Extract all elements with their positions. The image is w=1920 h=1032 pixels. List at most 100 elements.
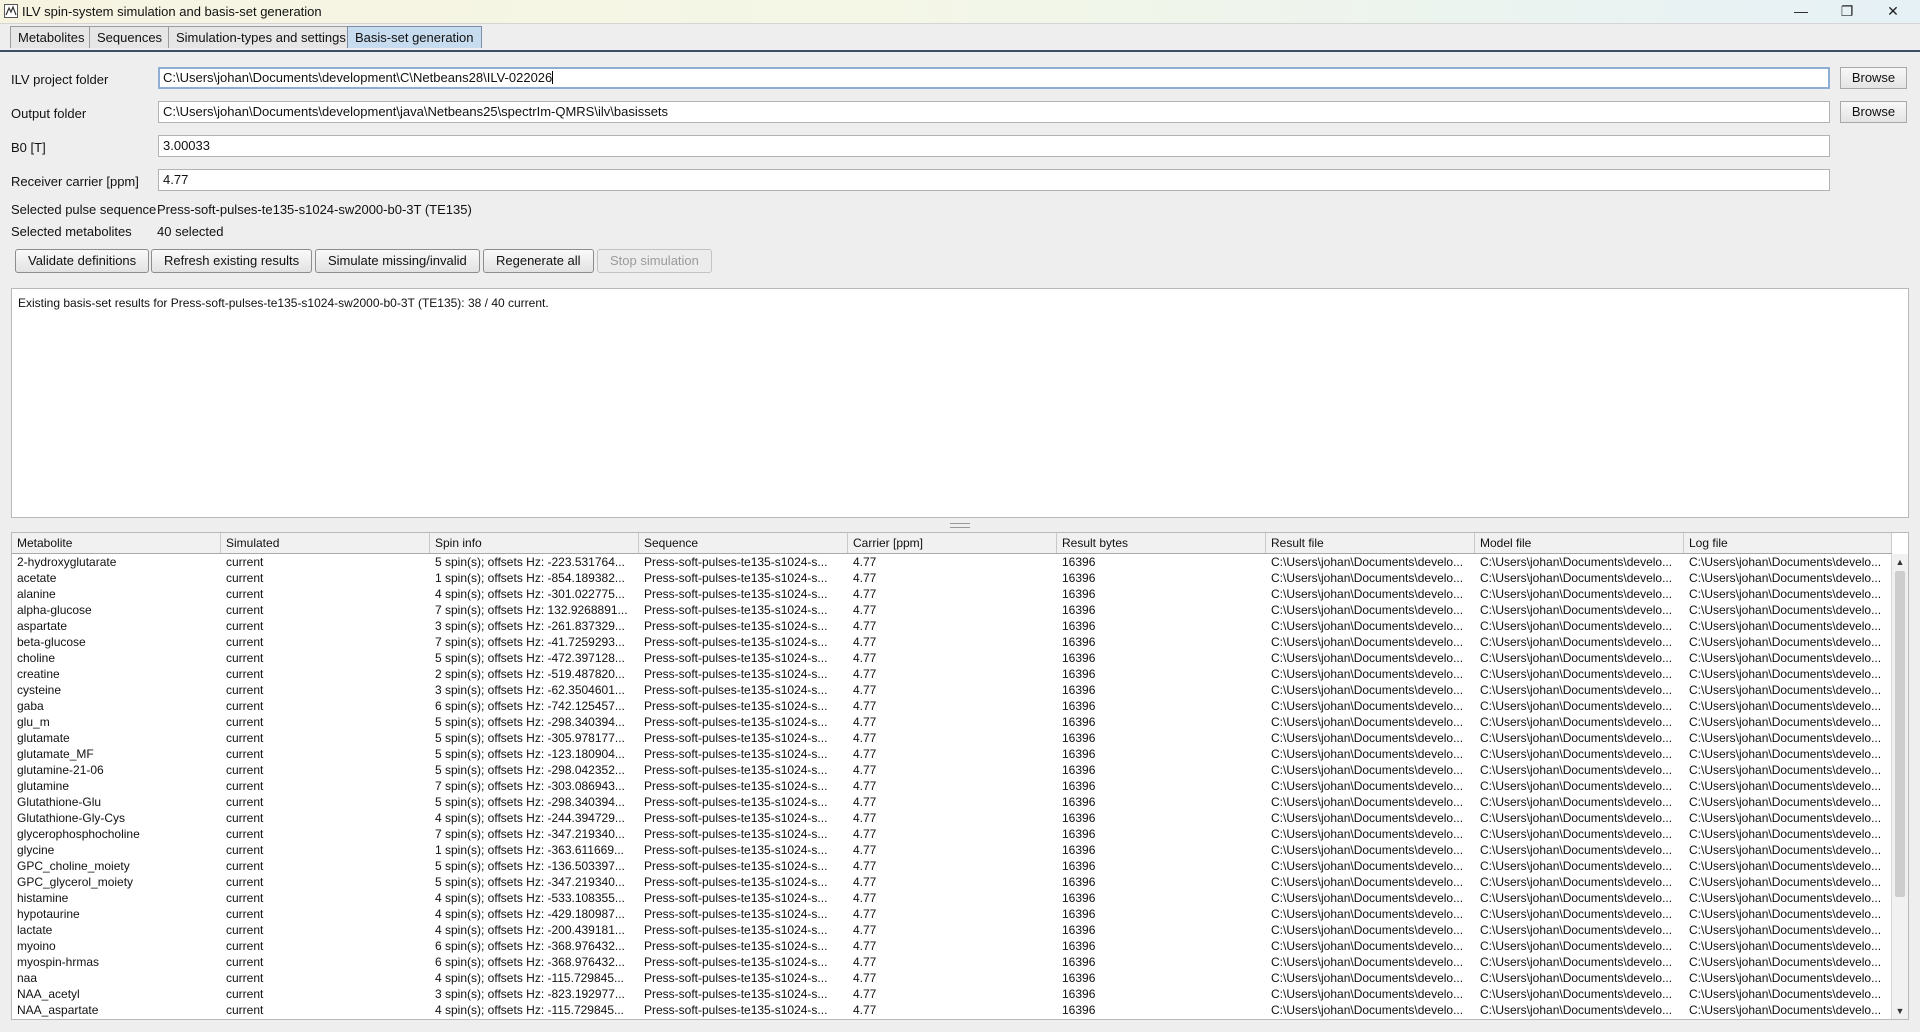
scroll-thumb[interactable] xyxy=(1895,571,1905,897)
project-browse-button[interactable]: Browse xyxy=(1840,67,1907,89)
maximize-icon[interactable]: ❐ xyxy=(1824,0,1870,22)
table-row[interactable]: 2-hydroxyglutarate current 5 spin(s); offs… xyxy=(12,554,1892,570)
cell-model-file: C:\Users\johan\Documents\develo... xyxy=(1480,635,1673,649)
column-header-result-bytes[interactable]: Result bytes xyxy=(1057,533,1266,553)
table-row[interactable]: NAA_aspartate current 4 spin(s); offsets H… xyxy=(12,1002,1892,1018)
cell-log-file: C:\Users\johan\Documents\develo... xyxy=(1689,763,1882,777)
column-header-log-file[interactable]: Log file xyxy=(1684,533,1892,553)
table-row[interactable]: hypotaurine current 4 spin(s); offsets Hz:… xyxy=(12,906,1892,922)
table-row[interactable]: histamine current 4 spin(s); offsets Hz: -… xyxy=(12,890,1892,906)
column-header-result-file[interactable]: Result file xyxy=(1266,533,1475,553)
tab-sequences[interactable]: Sequences xyxy=(89,26,171,48)
minimize-icon[interactable]: — xyxy=(1778,0,1824,22)
column-header-metabolite[interactable]: Metabolite xyxy=(12,533,221,553)
table-row[interactable]: Glutathione-Glu current 5 spin(s); offsets… xyxy=(12,794,1892,810)
cell-simulated: current xyxy=(226,651,264,665)
cell-spin-info: 5 spin(s); offsets Hz: -298.042352... xyxy=(435,763,625,777)
table-row[interactable]: Glutathione-Gly-Cys current 4 spin(s); off… xyxy=(12,810,1892,826)
table-row[interactable]: glycerophosphocholine current 7 spin(s); o… xyxy=(12,826,1892,842)
table-row[interactable]: glutamine current 7 spin(s); offsets Hz: -… xyxy=(12,778,1892,794)
table-row[interactable]: alpha-glucose current 7 spin(s); offsets H… xyxy=(12,602,1892,618)
validate-definitions-button[interactable]: Validate definitions xyxy=(15,249,150,273)
cell-log-file: C:\Users\johan\Documents\develo... xyxy=(1689,699,1882,713)
stop-simulation-button[interactable]: Stop simulation xyxy=(597,249,712,273)
cell-result-file: C:\Users\johan\Documents\develo... xyxy=(1271,987,1464,1001)
results-table[interactable]: Metabolite Simulated Spin info Sequence Carr… xyxy=(11,532,1909,1020)
table-row[interactable]: glutamine-21-06 current 5 spin(s); offsets… xyxy=(12,762,1892,778)
table-row[interactable]: beta-glucose current 7 spin(s); offsets Hz… xyxy=(12,634,1892,650)
column-header-spin-info[interactable]: Spin info xyxy=(430,533,639,553)
cell-metabolite: alpha-glucose xyxy=(17,603,92,617)
cell-spin-info: 1 spin(s); offsets Hz: -854.189382... xyxy=(435,571,625,585)
refresh-results-button[interactable]: Refresh existing results xyxy=(151,249,313,273)
cell-model-file: C:\Users\johan\Documents\develo... xyxy=(1480,731,1673,745)
table-row[interactable]: myoino current 6 spin(s); offsets Hz: -368… xyxy=(12,938,1892,954)
table-row[interactable]: NAA_acetyl current 3 spin(s); offsets Hz: … xyxy=(12,986,1892,1002)
splitter-handle[interactable] xyxy=(950,523,970,528)
table-row[interactable]: naa current 4 spin(s); offsets Hz: -115.72… xyxy=(12,970,1892,986)
cell-metabolite: GPC_choline_moiety xyxy=(17,859,130,873)
carrier-input[interactable]: 4.77 xyxy=(158,169,1830,191)
app-icon xyxy=(4,4,18,18)
cell-spin-info: 1 spin(s); offsets Hz: -363.611669... xyxy=(435,843,624,857)
table-row[interactable]: acetate current 1 spin(s); offsets Hz: -85… xyxy=(12,570,1892,586)
cell-carrier: 4.77 xyxy=(853,875,877,889)
regenerate-all-button[interactable]: Regenerate all xyxy=(483,249,594,273)
column-header-model-file[interactable]: Model file xyxy=(1475,533,1684,553)
tab-simulation-types[interactable]: Simulation-types and settings xyxy=(168,26,354,48)
cell-simulated: current xyxy=(226,859,264,873)
cell-spin-info: 6 spin(s); offsets Hz: -368.976432... xyxy=(435,955,625,969)
table-row[interactable]: gaba current 6 spin(s); offsets Hz: -742.1… xyxy=(12,698,1892,714)
log-output[interactable]: Existing basis-set results for Press-sof… xyxy=(11,288,1909,518)
table-row[interactable]: myospin-hrmas current 6 spin(s); offsets H… xyxy=(12,954,1892,970)
table-row[interactable]: cysteine current 3 spin(s); offsets Hz: -6… xyxy=(12,682,1892,698)
table-row[interactable]: glutamate_MF current 5 spin(s); offsets Hz… xyxy=(12,746,1892,762)
scroll-up-icon[interactable]: ▲ xyxy=(1892,554,1908,570)
cell-result-bytes: 16396 xyxy=(1062,715,1096,729)
cell-model-file: C:\Users\johan\Documents\develo... xyxy=(1480,603,1673,617)
column-header-simulated[interactable]: Simulated xyxy=(221,533,430,553)
cell-spin-info: 3 spin(s); offsets Hz: -823.192977... xyxy=(435,987,625,1001)
column-header-carrier[interactable]: Carrier [ppm] xyxy=(848,533,1057,553)
table-row[interactable]: glu_m current 5 spin(s); offsets Hz: -298.… xyxy=(12,714,1892,730)
simulate-missing-button[interactable]: Simulate missing/invalid xyxy=(315,249,480,273)
cell-result-file: C:\Users\johan\Documents\develo... xyxy=(1271,571,1464,585)
table-row[interactable]: creatine current 2 spin(s); offsets Hz: -5… xyxy=(12,666,1892,682)
tab-metabolites[interactable]: Metabolites xyxy=(10,26,93,48)
cell-simulated: current xyxy=(226,619,264,633)
cell-carrier: 4.77 xyxy=(853,779,877,793)
cell-model-file: C:\Users\johan\Documents\develo... xyxy=(1480,923,1673,937)
window-title-bar[interactable]: ILV spin-system simulation and basis-set… xyxy=(0,0,1920,24)
vertical-scrollbar[interactable]: ▲ ▼ xyxy=(1891,554,1908,1019)
output-browse-button[interactable]: Browse xyxy=(1840,101,1907,123)
table-row[interactable]: GPC_choline_moiety current 5 spin(s); offs… xyxy=(12,858,1892,874)
tab-basis-set-generation[interactable]: Basis-set generation xyxy=(347,26,482,48)
cell-result-bytes: 16396 xyxy=(1062,827,1096,841)
cell-result-bytes: 16396 xyxy=(1062,763,1096,777)
cell-spin-info: 6 spin(s); offsets Hz: -368.976432... xyxy=(435,939,625,953)
table-row[interactable]: GPC_glycerol_moiety current 5 spin(s); off… xyxy=(12,874,1892,890)
cell-spin-info: 5 spin(s); offsets Hz: -298.340394... xyxy=(435,795,625,809)
cell-simulated: current xyxy=(226,715,264,729)
table-row[interactable]: choline current 5 spin(s); offsets Hz: -47… xyxy=(12,650,1892,666)
cell-simulated: current xyxy=(226,571,264,585)
cell-carrier: 4.77 xyxy=(853,715,877,729)
table-row[interactable]: lactate current 4 spin(s); offsets Hz: -20… xyxy=(12,922,1892,938)
cell-result-file: C:\Users\johan\Documents\develo... xyxy=(1271,843,1464,857)
output-folder-input[interactable]: C:\Users\johan\Documents\development\jav… xyxy=(158,101,1830,123)
b0-input[interactable]: 3.00033 xyxy=(158,135,1830,157)
close-icon[interactable]: ✕ xyxy=(1870,0,1916,22)
cell-spin-info: 4 spin(s); offsets Hz: -429.180987... xyxy=(435,907,625,921)
table-row[interactable]: glutamate current 5 spin(s); offsets Hz: -… xyxy=(12,730,1892,746)
cell-result-bytes: 16396 xyxy=(1062,683,1096,697)
project-folder-input[interactable]: C:\Users\johan\Documents\development\C\N… xyxy=(158,67,1830,89)
table-row[interactable]: glycine current 1 spin(s); offsets Hz: -36… xyxy=(12,842,1892,858)
cell-model-file: C:\Users\johan\Documents\develo... xyxy=(1480,907,1673,921)
cell-log-file: C:\Users\johan\Documents\develo... xyxy=(1689,923,1882,937)
text-caret xyxy=(552,71,554,84)
table-row[interactable]: aspartate current 3 spin(s); offsets Hz: -… xyxy=(12,618,1892,634)
scroll-down-icon[interactable]: ▼ xyxy=(1892,1003,1908,1019)
table-row[interactable]: alanine current 4 spin(s); offsets Hz: -30… xyxy=(12,586,1892,602)
column-header-sequence[interactable]: Sequence xyxy=(639,533,848,553)
cell-metabolite: 2-hydroxyglutarate xyxy=(17,555,117,569)
